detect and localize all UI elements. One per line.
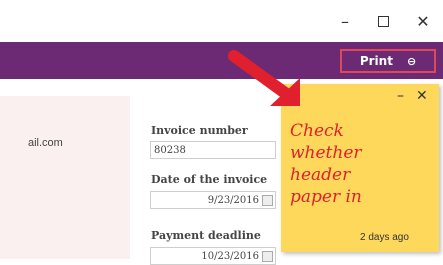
invoice-date-value: 9/23/2016 (207, 194, 259, 206)
invoice-date-field[interactable]: 9/23/2016 (150, 191, 276, 209)
note-timestamp: 2 days ago (360, 232, 409, 243)
invoice-number-field[interactable]: 80238 (150, 141, 276, 159)
note-minimize-button[interactable]: – (397, 88, 404, 104)
invoice-number-value: 80238 (154, 144, 186, 156)
print-label: Print (359, 54, 393, 68)
note-close-button[interactable]: ✕ (416, 88, 428, 104)
note-text[interactable]: Check whether header paper in (290, 120, 430, 208)
payment-deadline-label: Payment deadline (151, 229, 261, 242)
window-maximize-button[interactable] (370, 8, 396, 34)
annotation-arrow-icon (228, 50, 300, 106)
print-icon: ⊖ (406, 54, 417, 68)
maximize-icon (377, 15, 389, 27)
customer-email: ail.com (28, 137, 63, 149)
payment-deadline-field[interactable]: 10/23/2016 (150, 247, 276, 265)
window-minimize-button[interactable]: – (332, 8, 358, 34)
print-button[interactable]: Print ⊖ (340, 49, 436, 73)
invoice-number-label: Invoice number (151, 124, 248, 137)
window-close-button[interactable]: ✕ (410, 8, 436, 34)
customer-panel (0, 96, 130, 259)
invoice-date-label: Date of the invoice (151, 173, 268, 186)
calendar-icon[interactable] (262, 251, 273, 262)
payment-deadline-value: 10/23/2016 (201, 250, 259, 262)
calendar-icon[interactable] (262, 195, 273, 206)
